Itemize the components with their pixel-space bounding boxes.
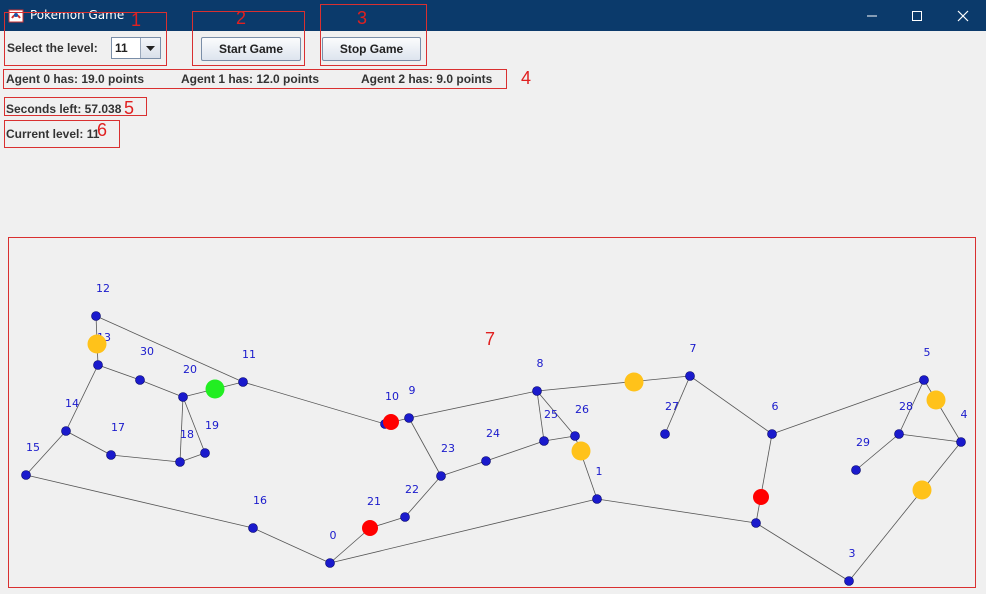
minimize-button[interactable]	[849, 0, 895, 31]
maximize-button[interactable]	[894, 0, 940, 31]
close-button[interactable]	[940, 0, 986, 31]
maximize-icon	[912, 11, 922, 21]
annotation-box	[8, 237, 976, 588]
close-icon	[957, 10, 969, 22]
minimize-icon	[867, 15, 877, 17]
annotation-box	[3, 69, 507, 89]
annotation-number: 7	[485, 329, 496, 349]
annotation-number: 4	[521, 68, 532, 88]
annotation-box	[192, 11, 305, 66]
annotation-number: 3	[357, 8, 368, 28]
annotation-number: 1	[131, 10, 142, 30]
annotation-box	[4, 12, 167, 66]
annotation-number: 6	[97, 120, 108, 140]
annotation-number: 2	[236, 8, 247, 28]
annotation-number: 5	[124, 98, 135, 118]
annotation-box	[320, 4, 427, 66]
